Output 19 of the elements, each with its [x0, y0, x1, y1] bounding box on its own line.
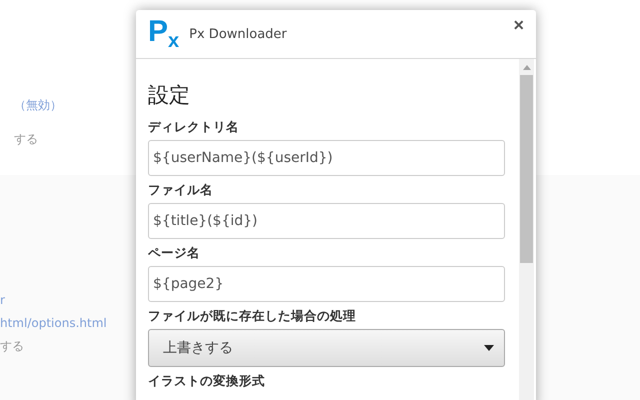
dialog-title: Px Downloader — [189, 26, 287, 42]
dropdown[interactable]: 上書きする — [148, 329, 505, 367]
option-text: する — [14, 132, 38, 146]
field-label: イラストの変換形式 — [148, 373, 266, 390]
field-label: ページ名 — [148, 245, 201, 262]
scrollbar[interactable] — [519, 59, 534, 400]
logo: P$_{x}$ — [148, 17, 180, 51]
scroll-up-icon[interactable] — [522, 65, 530, 70]
field-label: ディレクトリ名 — [148, 119, 240, 136]
field-label: ファイルが既に存在した場合の処理 — [148, 308, 357, 325]
input-field[interactable]: ${title}(${id}) — [148, 203, 505, 239]
scrollbar-thumb[interactable] — [520, 75, 533, 263]
option-text: する — [0, 339, 24, 353]
close-button[interactable]: × — [509, 15, 528, 36]
input-field[interactable]: ${userName}(${userId}) — [148, 140, 505, 176]
input-field[interactable]: ${page2} — [148, 266, 505, 302]
caret-icon — [484, 345, 494, 351]
field-label: ファイル名 — [148, 182, 214, 199]
settings-heading: 設定 — [148, 82, 191, 109]
